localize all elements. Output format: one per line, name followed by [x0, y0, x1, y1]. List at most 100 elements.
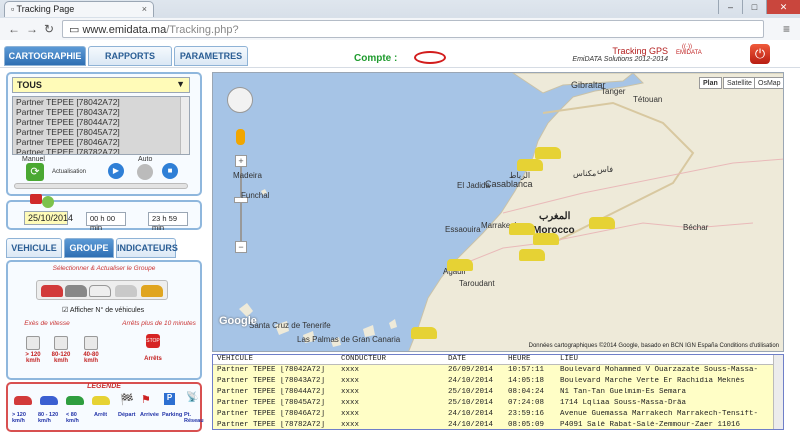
list-scrollbar[interactable]: [180, 97, 189, 154]
reload-icon[interactable]: ↻: [44, 22, 54, 36]
zoom-out-button[interactable]: −: [235, 241, 247, 253]
column-header: DATE: [448, 355, 467, 363]
location-cell: N1 Tan-Tan Guelmim-Es Semara: [560, 388, 687, 396]
tab-groupe[interactable]: GROUPE: [64, 238, 114, 258]
group-select-bar[interactable]: [36, 280, 168, 300]
vehicle-list[interactable]: Partner TEPEE [78042A72] Partner TEPEE […: [12, 96, 190, 155]
vehicle-cell: Partner TEPEE [78043A72]: [217, 377, 326, 385]
speed-over-120-icon[interactable]: [26, 336, 40, 350]
vehicle-marker-icon[interactable]: [533, 233, 559, 245]
map-pan-control[interactable]: [227, 87, 253, 113]
city-essaouira: Essaouira: [445, 225, 481, 234]
list-item[interactable]: Partner TEPEE [78043A72]: [13, 107, 189, 117]
date-cell: 25/10/2014: [448, 388, 494, 396]
table-row[interactable]: Partner TEPEE [78045A72] xxxx 25/10/2014…: [213, 399, 775, 409]
date-field[interactable]: 25/10/2014: [24, 211, 73, 225]
stop-icon[interactable]: ■: [162, 163, 178, 179]
refresh-icon[interactable]: ⟳: [26, 163, 44, 181]
vehicle-marker-icon[interactable]: [447, 259, 473, 271]
close-window-icon[interactable]: ✕: [766, 0, 800, 14]
tab-indicateurs[interactable]: INDICATEURS: [116, 238, 178, 258]
location-cell: Avenue Guemassa Marrakech Marrakech-Tens…: [560, 410, 759, 418]
browser-chrome: ▫ Tracking Page × – □ ✕ ← → ↻ ▭ www.emid…: [0, 0, 800, 40]
city-meknes: مكناس: [573, 169, 597, 178]
zoom-in-button[interactable]: +: [235, 155, 247, 167]
table-row[interactable]: Partner TEPEE [78043A72] xxxx 24/10/2014…: [213, 377, 775, 387]
vehicle-cell: Partner TEPEE [78042A72]: [217, 366, 326, 374]
island-madeira: Madeira: [233, 171, 262, 180]
search-date-icon[interactable]: [42, 196, 54, 208]
account-name-redacted: [414, 51, 446, 64]
play-icon[interactable]: ▶: [108, 163, 124, 179]
browser-tab[interactable]: ▫ Tracking Page ×: [4, 1, 154, 17]
vehicle-marker-icon[interactable]: [589, 217, 615, 229]
time-cell: 14:05:18: [508, 377, 545, 385]
list-item[interactable]: Partner TEPEE [78046A72]: [13, 137, 189, 147]
city-tetouan: Tétouan: [633, 95, 663, 104]
tab-rapports[interactable]: RAPPORTS: [88, 46, 172, 66]
list-item[interactable]: Partner TEPEE [78045A72]: [13, 127, 189, 137]
show-numbers-option[interactable]: ☑ Afficher N° de véhicules: [62, 306, 144, 314]
driver-cell: xxxx: [341, 377, 360, 385]
van-icon[interactable]: [89, 285, 111, 297]
back-icon[interactable]: ←: [8, 22, 20, 36]
list-item[interactable]: Partner TEPEE [78042A72]: [13, 97, 189, 107]
truck-icon[interactable]: [115, 285, 137, 297]
map[interactable]: Plan Satellite OsMap + − Gibraltar Tange…: [212, 72, 784, 352]
date-cell: 24/10/2014: [448, 410, 494, 418]
power-logout-icon[interactable]: ⏻: [750, 44, 770, 64]
tab-parametres[interactable]: PARAMETRES: [174, 46, 248, 66]
vehicle-marker-icon[interactable]: [535, 147, 561, 159]
map-type-satellite[interactable]: Satellite: [723, 77, 756, 89]
checkbox-checked-icon[interactable]: ☑: [62, 307, 68, 314]
calendar-icon[interactable]: [30, 194, 42, 204]
vehicle-filter-select[interactable]: TOUS ▼: [12, 77, 190, 93]
page-icon: ▭: [69, 24, 83, 36]
table-scrollbar[interactable]: [773, 355, 783, 429]
table-row[interactable]: Partner TEPEE [78044A72] xxxx 25/10/2014…: [213, 388, 775, 398]
legend-title: LEGENDE: [87, 383, 121, 390]
street-view-pegman-icon[interactable]: [236, 129, 245, 145]
time-cell: 10:57:11: [508, 366, 545, 374]
auto-indicator-icon[interactable]: [137, 164, 153, 180]
tab-cartographie[interactable]: CARTOGRAPHIE: [4, 46, 86, 66]
table-row[interactable]: Partner TEPEE [78042A72] xxxx 26/09/2014…: [213, 366, 775, 376]
tab-vehicule[interactable]: VEHICULE: [6, 238, 62, 258]
city-fes: فاس: [597, 165, 614, 174]
speed-80-120-icon[interactable]: [54, 336, 68, 350]
end-time-field[interactable]: 23 h 59 min: [148, 212, 188, 232]
excavator-icon[interactable]: [141, 285, 163, 297]
address-bar[interactable]: ▭ www.emidata.ma/Tracking.php?: [62, 20, 764, 38]
vehicle-cell: Partner TEPEE [78046A72]: [217, 410, 326, 418]
close-tab-icon[interactable]: ×: [142, 4, 147, 14]
maximize-icon[interactable]: □: [742, 0, 766, 14]
vehicle-marker-icon[interactable]: [411, 327, 437, 339]
map-type-plan[interactable]: Plan: [699, 77, 722, 89]
legend-label: < 80 km/h: [66, 412, 79, 424]
legend-label: 80 - 120 km/h: [38, 412, 59, 424]
map-type-osmap[interactable]: OsMap: [754, 77, 783, 89]
minimize-icon[interactable]: –: [718, 0, 742, 14]
table-row[interactable]: Partner TEPEE [78046A72] xxxx 24/10/2014…: [213, 410, 775, 420]
table-row[interactable]: Partner TEPEE [78782A72] xxxx 24/10/2014…: [213, 421, 775, 429]
group-panel-title: Sélectionner & Actualiser le Groupe: [52, 265, 156, 272]
vehicle-marker-icon[interactable]: [519, 249, 545, 261]
list-item[interactable]: Partner TEPEE [78044A72]: [13, 117, 189, 127]
stop-section-title: Arrêts plus de 10 minutes: [122, 320, 196, 327]
grey-car-icon[interactable]: [65, 285, 87, 297]
menu-icon[interactable]: ≡: [783, 22, 790, 36]
list-item[interactable]: Partner TEPEE [78782A72]: [13, 147, 189, 154]
legend-green-car-icon: [66, 396, 84, 405]
stop-sign-icon[interactable]: STOP: [146, 334, 160, 348]
vehicle-marker-icon[interactable]: [509, 223, 535, 235]
vehicle-marker-icon[interactable]: [517, 159, 543, 171]
start-time-field[interactable]: 00 h 00 min: [86, 212, 126, 232]
chevron-down-icon: ▼: [176, 79, 185, 89]
city-taroudant: Taroudant: [459, 279, 495, 288]
forward-icon[interactable]: →: [26, 22, 38, 36]
speed-40-80-icon[interactable]: [84, 336, 98, 350]
url-host: www.emidata.ma: [82, 24, 167, 36]
app-header: CARTOGRAPHIE RAPPORTS PARAMETRES Compte …: [0, 40, 800, 68]
red-car-icon[interactable]: [41, 285, 63, 297]
column-header: LIEU: [560, 355, 579, 363]
